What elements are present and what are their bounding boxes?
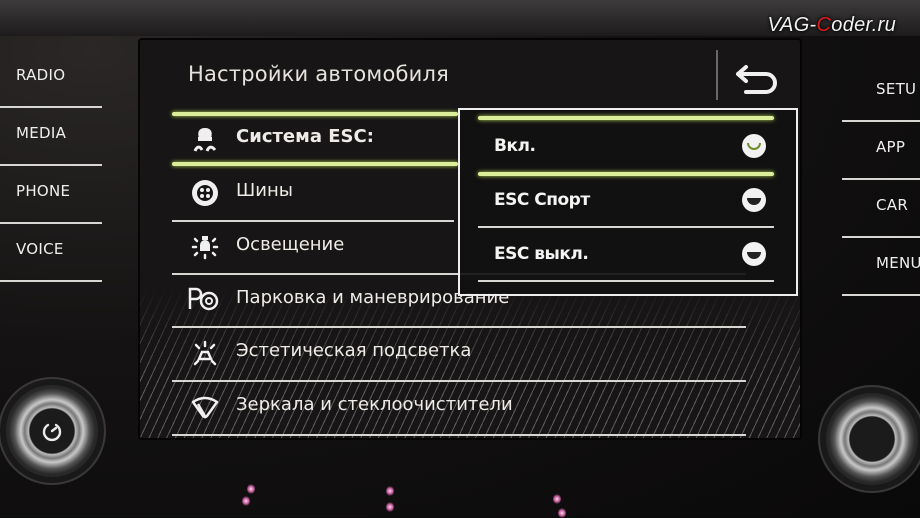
popup-divider (478, 226, 774, 228)
popup-divider (478, 280, 774, 282)
menu-item-ambient-light[interactable]: Эстетическая подсветка (172, 326, 746, 380)
radio-empty-mark (747, 252, 761, 259)
menu-divider (172, 434, 746, 436)
wiper-icon (191, 396, 219, 419)
radio-empty-mark (747, 198, 761, 205)
menu-item-ambient-light-label: Эстетическая подсветка (236, 340, 472, 361)
radio-unselected-icon[interactable] (742, 188, 766, 212)
radio-button[interactable]: RADIO (0, 50, 104, 108)
indicator-light (242, 496, 250, 506)
right-hardware-buttons: SETU APP CAR MENU (838, 64, 920, 296)
menu-item-tires-label: Шины (236, 180, 293, 201)
menu-item-mirrors-wipers-label: Зеркала и стеклоочистители (236, 394, 513, 415)
media-button-label: MEDIA (16, 124, 67, 142)
car-button-label: CAR (876, 196, 909, 214)
radio-unselected-icon[interactable] (742, 242, 766, 266)
menu-item-lighting-label: Освещение (236, 234, 345, 255)
menu-button-label: MENU (876, 254, 920, 272)
header-divider (716, 50, 718, 100)
esc-options-popup: Вкл. ESC Спорт ESC выкл. (458, 108, 798, 296)
power-volume-knob[interactable] (6, 385, 98, 477)
parking-icon (188, 287, 219, 311)
watermark-prefix: VAG- (767, 14, 817, 36)
setup-button[interactable]: SETU (838, 64, 920, 122)
esc-option-on-label: Вкл. (494, 136, 536, 156)
page-title: Настройки автомобиля (188, 62, 449, 86)
phone-button[interactable]: PHONE (0, 166, 104, 224)
power-icon (42, 423, 62, 442)
esc-option-on[interactable]: Вкл. (478, 122, 774, 174)
esc-option-off[interactable]: ESC выкл. (478, 230, 774, 282)
voice-button-label: VOICE (16, 240, 64, 258)
phone-button-label: PHONE (16, 182, 71, 200)
tire-icon (192, 180, 218, 206)
voice-button[interactable]: VOICE (0, 224, 104, 282)
menu-item-esc-label: Система ESC: (236, 126, 374, 147)
esc-option-sport-label: ESC Спорт (494, 190, 590, 210)
watermark: VAG-Coder.ru (768, 14, 896, 37)
menu-button[interactable]: MENU (838, 238, 920, 296)
esc-option-sport[interactable]: ESC Спорт (478, 176, 774, 228)
indicator-light (386, 502, 394, 512)
tuning-knob[interactable] (826, 393, 918, 485)
back-arrow-icon (736, 65, 777, 94)
left-hardware-buttons: RADIO MEDIA PHONE VOICE (0, 50, 104, 282)
light-bulb-icon (191, 236, 219, 260)
media-button[interactable]: MEDIA (0, 108, 104, 166)
back-button[interactable] (732, 64, 782, 98)
infotainment-screen: Настройки автомобиля Система ESC: Шины О… (140, 40, 800, 438)
radio-selected-icon[interactable] (742, 134, 766, 158)
setup-button-label: SETU (876, 80, 917, 98)
esc-skid-icon (193, 128, 217, 152)
indicator-light (553, 494, 561, 504)
radio-check-mark (747, 143, 761, 150)
esc-option-off-label: ESC выкл. (494, 244, 589, 264)
app-button-label: APP (876, 138, 906, 156)
indicator-light (247, 484, 255, 494)
radio-button-label: RADIO (16, 66, 66, 84)
app-button[interactable]: APP (838, 122, 920, 180)
watermark-accent: C (816, 14, 832, 36)
watermark-suffix: oder.ru (831, 14, 896, 36)
car-button[interactable]: CAR (838, 180, 920, 238)
ambient-light-icon (193, 340, 217, 366)
menu-item-mirrors-wipers[interactable]: Зеркала и стеклоочистители (172, 380, 746, 434)
indicator-light (386, 486, 394, 496)
selected-option-top-line (478, 116, 774, 120)
